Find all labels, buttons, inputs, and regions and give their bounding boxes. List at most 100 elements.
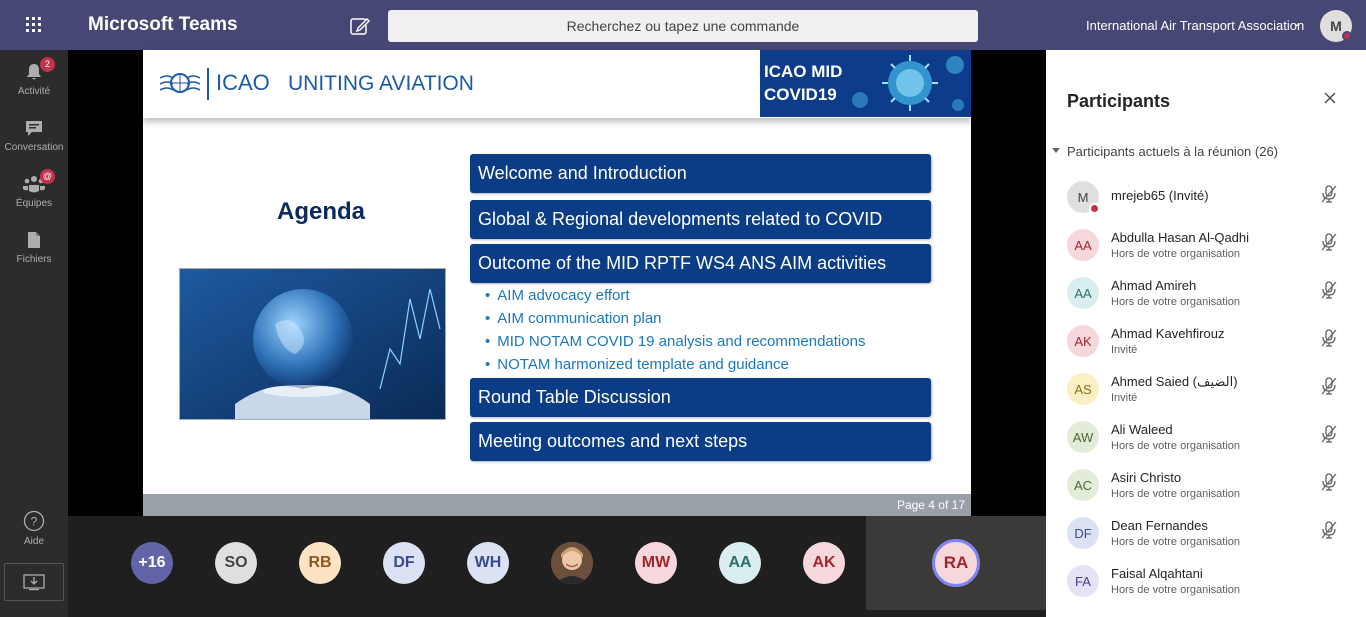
mic-off-icon <box>1320 232 1338 257</box>
search-input[interactable]: Recherchez ou tapez une commande <box>388 10 978 42</box>
participant-name: Ahmad Kavehfirouz <box>1111 326 1225 341</box>
participant-name: Abdulla Hasan Al-Qadhi <box>1111 230 1250 245</box>
section-header[interactable]: Participants actuels à la réunion (26) <box>1067 144 1278 159</box>
rail-activity[interactable]: Activité 2 <box>0 52 68 108</box>
participant-affiliation: Hors de votre organisation <box>1111 248 1241 260</box>
mic-off-icon <box>1320 328 1338 353</box>
agenda-subitem: AIM advocacy effort <box>485 287 629 304</box>
rail-label: Aide <box>23 536 44 547</box>
app-bar: Activité 2 Conversation Équipes @ Fichie… <box>0 50 68 617</box>
participant-avatar[interactable]: WH <box>467 542 509 584</box>
shared-slide: ICAO UNITING AVIATION ICAO MID COVID19 A… <box>143 50 971 516</box>
participant-avatar[interactable]: SO <box>215 542 257 584</box>
help-icon: ? <box>23 510 45 532</box>
participant-name: Ahmed Saied (الضيف) <box>1111 374 1238 389</box>
banner-line-2: COVID19 <box>764 85 837 104</box>
slogan: UNITING AVIATION <box>288 72 474 95</box>
participant-name: Faisal Alqahtani <box>1111 566 1203 581</box>
participant-avatar: AK <box>1067 325 1099 357</box>
download-icon <box>23 574 45 591</box>
meeting-stage: ICAO UNITING AVIATION ICAO MID COVID19 A… <box>68 50 1046 516</box>
participant-row[interactable]: AA Ahmad Amireh Hors de votre organisation <box>1046 274 1366 322</box>
rail-files[interactable]: Fichiers <box>0 220 68 276</box>
collapse-arrow-icon[interactable] <box>1052 148 1060 153</box>
slide-footer: Page 4 of 17 <box>143 494 971 516</box>
agenda-item: Meeting outcomes and next steps <box>470 422 931 461</box>
participant-avatar[interactable]: AA <box>719 542 761 584</box>
participant-avatar: AA <box>1067 229 1099 261</box>
participant-affiliation: Hors de votre organisation <box>1111 536 1241 548</box>
svg-text:?: ? <box>31 515 38 529</box>
participant-avatar[interactable]: RB <box>299 542 341 584</box>
mic-off-icon <box>1320 376 1338 401</box>
participant-name: Ali Waleed <box>1111 422 1173 437</box>
participant-avatar: DF <box>1067 517 1099 549</box>
mic-off-icon <box>1320 520 1338 545</box>
mic-off-icon <box>1320 472 1338 497</box>
participant-row[interactable]: Mmrejeb65 (Invité) <box>1046 178 1366 226</box>
icao-wordmark: ICAO <box>216 70 270 95</box>
chat-icon <box>26 121 42 136</box>
panel-title: Participants <box>1067 91 1171 111</box>
mic-off-icon <box>1320 184 1338 209</box>
new-chat-icon[interactable] <box>349 15 371 37</box>
icao-logo-icon <box>159 73 201 93</box>
participant-name: mrejeb65 (Invité) <box>1111 188 1209 203</box>
participant-name: Dean Fernandes <box>1111 518 1208 533</box>
org-switcher[interactable]: International Air Transport Association <box>1086 18 1304 33</box>
participant-affiliation: Invité <box>1111 392 1138 404</box>
notification-badge: 2 <box>40 57 55 72</box>
participant-avatar: AA <box>1067 277 1099 309</box>
app-launcher-button[interactable] <box>0 0 68 50</box>
participant-photo-avatar[interactable] <box>551 542 593 584</box>
agenda-item: Welcome and Introduction <box>470 154 931 193</box>
participant-row[interactable]: AK Ahmad Kavehfirouz Invité <box>1046 322 1366 370</box>
rail-help[interactable]: ? Aide <box>0 500 68 556</box>
participant-row[interactable]: AA Abdulla Hasan Al-Qadhi Hors de votre or… <box>1046 226 1366 274</box>
rail-teams[interactable]: Équipes @ <box>0 164 68 220</box>
slide-header: ICAO UNITING AVIATION ICAO MID COVID19 <box>143 50 971 118</box>
mic-off-icon <box>1320 424 1338 449</box>
participant-avatar: AW <box>1067 421 1099 453</box>
rail-label: Conversation <box>4 142 64 153</box>
participant-avatar: AC <box>1067 469 1099 501</box>
participant-affiliation: Hors de votre organisation <box>1111 584 1241 596</box>
person-photo-icon <box>551 542 593 584</box>
globe-in-hands-icon <box>180 269 445 419</box>
participant-row[interactable]: DF Dean Fernandes Hors de votre organisati… <box>1046 514 1366 562</box>
rail-label: Équipes <box>15 198 53 209</box>
download-app-button[interactable] <box>4 563 64 601</box>
agenda-item: Outcome of the MID RPTF WS4 ANS AIM acti… <box>470 244 931 283</box>
participant-avatar: AS <box>1067 373 1099 405</box>
participant-name: Asiri Christo <box>1111 470 1182 485</box>
globe-image <box>179 268 446 420</box>
status-busy-icon <box>1089 203 1100 214</box>
participant-avatar[interactable]: DF <box>383 542 425 584</box>
logo-divider <box>207 68 209 100</box>
participant-avatar[interactable]: AK <box>803 542 845 584</box>
status-busy-icon <box>1342 31 1352 41</box>
mention-badge: @ <box>40 169 55 184</box>
waffle-icon <box>26 17 41 32</box>
mic-off-icon <box>1320 280 1338 305</box>
participant-row[interactable]: AW Ali Waleed Hors de votre organisation <box>1046 418 1366 466</box>
banner-line-1: ICAO MID <box>764 62 843 81</box>
rail-label: Fichiers <box>16 254 52 265</box>
active-speaker-avatar[interactable]: RA <box>932 539 980 587</box>
chevron-down-icon[interactable]: ⌄ <box>1293 18 1301 29</box>
close-icon[interactable] <box>1324 92 1336 104</box>
overflow-participants-button[interactable]: +16 <box>131 542 173 584</box>
participant-row[interactable]: FA Faisal Alqahtani Hors de votre organisa… <box>1046 562 1366 610</box>
participant-avatar[interactable]: MW <box>635 542 677 584</box>
covid-banner: ICAO MID COVID19 <box>760 50 971 117</box>
agenda-item: Round Table Discussion <box>470 378 931 417</box>
agenda-item: Global & Regional developments related t… <box>470 200 931 239</box>
participant-row[interactable]: AS Ahmed Saied (الضيف) Invité <box>1046 370 1366 418</box>
page-number: Page 4 of 17 <box>896 498 965 512</box>
participant-name: Ahmad Amireh <box>1111 278 1197 293</box>
rail-chat[interactable]: Conversation <box>0 108 68 164</box>
agenda-subitem: NOTAM harmonized template and guidance <box>485 356 789 373</box>
participants-panel: Participants Participants actuels à la r… <box>1046 50 1366 617</box>
rail-label: Activité <box>17 86 51 97</box>
participant-row[interactable]: AC Asiri Christo Hors de votre organisatio… <box>1046 466 1366 514</box>
